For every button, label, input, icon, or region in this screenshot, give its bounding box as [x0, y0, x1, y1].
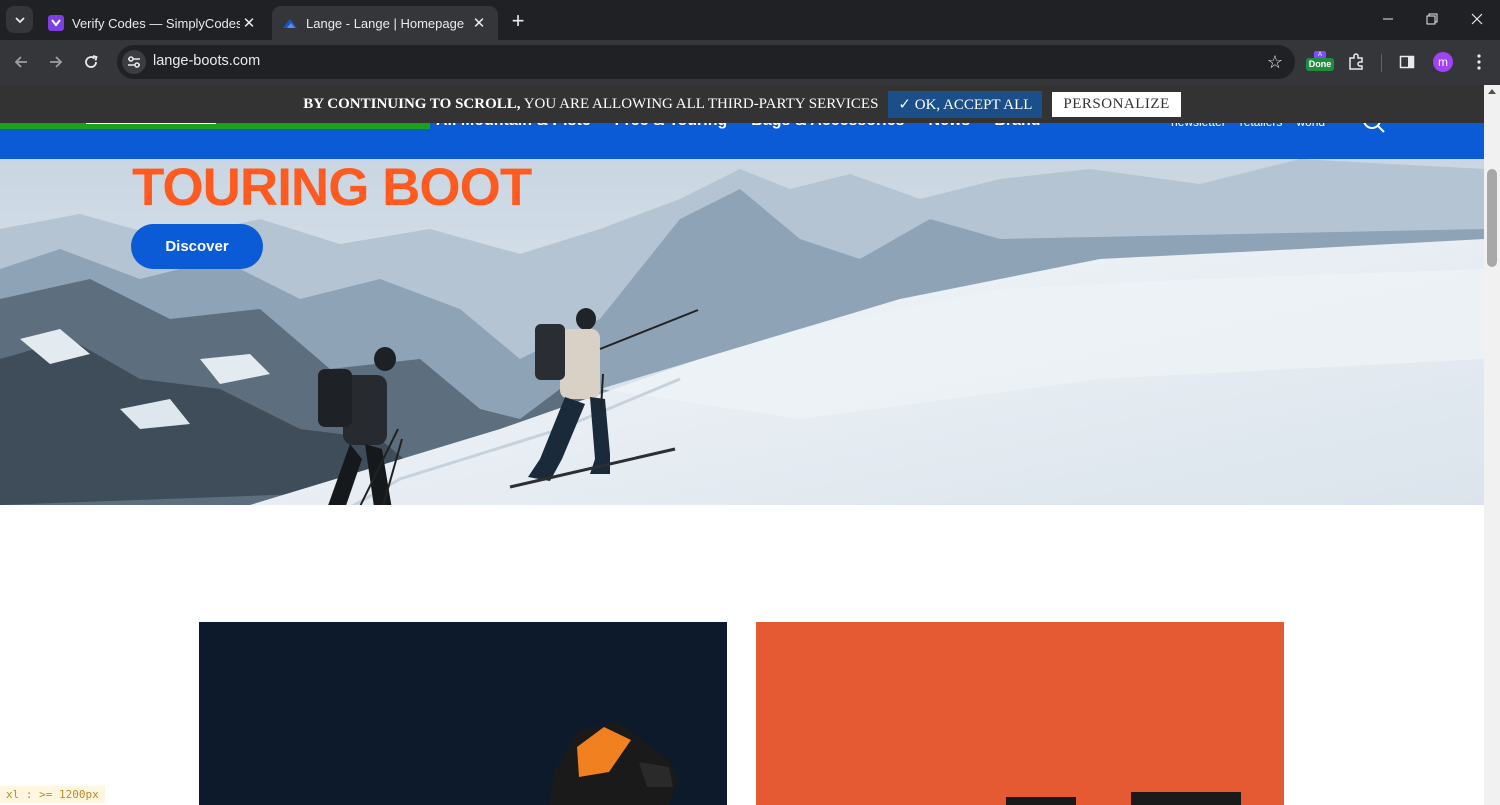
- puzzle-icon: [1349, 53, 1363, 70]
- boot-image: [199, 622, 727, 805]
- browser-tab-strip: Verify Codes — SimplyCodes ✕ Lange - Lan…: [0, 0, 1500, 40]
- restore-button[interactable]: [1410, 0, 1454, 38]
- arrow-right-icon: [50, 56, 63, 68]
- tab-lange[interactable]: Lange - Lange | Homepage ✕: [272, 6, 498, 40]
- browser-menu-button[interactable]: [1466, 49, 1492, 75]
- profile-avatar[interactable]: m: [1433, 52, 1453, 72]
- extension-badge: Done: [1306, 58, 1334, 71]
- close-icon: [1471, 13, 1483, 25]
- boot-image: [756, 622, 1284, 805]
- bookmark-star-icon[interactable]: ☆: [1267, 52, 1283, 73]
- product-card[interactable]: [756, 622, 1284, 805]
- scrollbar-thumb[interactable]: [1487, 169, 1497, 267]
- scroll-up-arrow-icon[interactable]: [1488, 89, 1496, 94]
- page-viewport: All Mountain & Piste Free & Touring Bags…: [0, 85, 1484, 805]
- close-tab-icon[interactable]: ✕: [470, 14, 488, 32]
- close-window-button[interactable]: [1455, 0, 1499, 38]
- address-bar[interactable]: lange-boots.com ☆: [117, 45, 1295, 79]
- chevron-down-icon: [14, 16, 25, 23]
- tab-title: Verify Codes — SimplyCodes: [72, 15, 240, 31]
- product-card[interactable]: [199, 622, 727, 805]
- back-button[interactable]: [7, 48, 35, 76]
- restore-icon: [1426, 13, 1438, 25]
- site-info-button[interactable]: [122, 50, 146, 74]
- breakpoint-badge: xl : >= 1200px: [0, 786, 105, 803]
- personalize-button[interactable]: PERSONALIZE: [1052, 91, 1181, 117]
- url-text[interactable]: lange-boots.com: [153, 53, 260, 69]
- tab-simplycodes[interactable]: Verify Codes — SimplyCodes ✕: [38, 6, 268, 40]
- simplycodes-icon: [48, 15, 64, 31]
- minimize-button[interactable]: [1366, 0, 1410, 38]
- side-panel-button[interactable]: [1394, 49, 1420, 75]
- close-tab-icon[interactable]: ✕: [240, 14, 258, 32]
- tab-title: Lange - Lange | Homepage: [306, 15, 465, 31]
- discover-button[interactable]: Discover: [131, 224, 263, 269]
- tab-search-button[interactable]: [6, 6, 33, 33]
- extensions-button[interactable]: [1343, 49, 1369, 75]
- minimize-icon: [1383, 18, 1393, 20]
- new-tab-button[interactable]: +: [505, 8, 531, 34]
- page-scrollbar[interactable]: [1484, 85, 1500, 805]
- lange-icon: [283, 19, 297, 28]
- simplycodes-extension-button[interactable]: A Done: [1306, 51, 1334, 75]
- cookie-message-bold: BY CONTINUING TO SCROLL,: [303, 95, 521, 112]
- reload-icon: [85, 55, 98, 68]
- side-panel-icon: [1399, 55, 1415, 69]
- reload-button[interactable]: [77, 48, 105, 76]
- cookie-message: BY CONTINUING TO SCROLL, YOU ARE ALLOWIN…: [303, 96, 878, 113]
- more-vertical-icon: [1477, 54, 1481, 70]
- tune-icon: [128, 56, 140, 68]
- cookie-consent-bar: BY CONTINUING TO SCROLL, YOU ARE ALLOWIN…: [0, 85, 1484, 123]
- arrow-left-icon: [14, 56, 27, 68]
- browser-toolbar: lange-boots.com ☆ A Done m: [0, 40, 1500, 85]
- cookie-message-rest: YOU ARE ALLOWING ALL THIRD-PARTY SERVICE…: [520, 95, 879, 112]
- accept-all-button[interactable]: ✓ OK, ACCEPT ALL: [888, 90, 1043, 118]
- toolbar-divider: [1381, 54, 1382, 72]
- hero-banner: TOURING BOOT Discover: [0, 159, 1484, 505]
- forward-button[interactable]: [42, 48, 70, 76]
- hero-title: TOURING BOOT: [132, 159, 532, 217]
